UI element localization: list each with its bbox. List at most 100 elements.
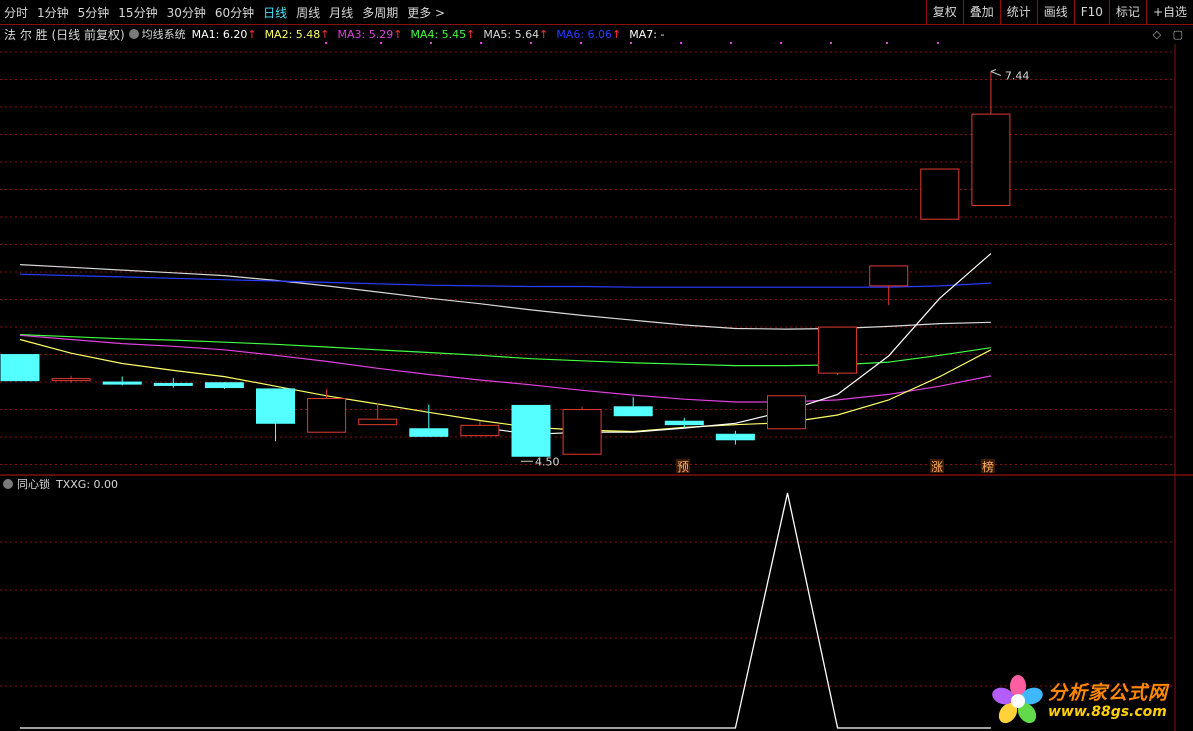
candle-0 xyxy=(0,354,40,382)
ma-legend-item-2: MA2: 5.48↑ xyxy=(265,28,330,41)
tab-0[interactable]: 分时 xyxy=(4,4,28,21)
ma-legend-label: MA6: 6.06 xyxy=(556,27,613,41)
candle-3 xyxy=(153,382,193,386)
candle-18 xyxy=(920,168,960,220)
low-price-label: 4.50 xyxy=(535,455,560,468)
ma-legend-item-4: MA4: 5.45↑ xyxy=(410,28,475,41)
top-dot xyxy=(886,42,888,44)
candle-10 xyxy=(511,404,551,457)
ma-legend-item-6: MA6: 6.06↑ xyxy=(556,28,621,41)
candle-15 xyxy=(767,395,806,430)
stock-name: 法 尔 胜 (日线 前复权) xyxy=(4,27,125,42)
tab-10[interactable]: 更多 > xyxy=(407,4,445,21)
top-dot xyxy=(580,42,582,44)
ma-legend: 法 尔 胜 (日线 前复权) 均线系统 MA1: 6.20↑ MA2: 5.48↑… xyxy=(0,26,1140,42)
up-arrow-icon: ↑ xyxy=(320,27,330,41)
top-dot xyxy=(780,42,782,44)
marker-text: 涨 xyxy=(931,459,943,474)
ma-legend-label: MA7: - xyxy=(629,27,665,41)
toolbar-button-4[interactable]: F10 xyxy=(1073,0,1109,24)
flower-logo-icon xyxy=(992,675,1043,724)
diamond-icon[interactable]: ◇ xyxy=(1153,28,1161,41)
candle-13 xyxy=(664,420,704,426)
ma-legend-label: MA1: 6.20 xyxy=(191,27,248,41)
candle-9 xyxy=(460,424,500,437)
ma-legend-item-5: MA5: 5.64↑ xyxy=(483,28,548,41)
tab-9[interactable]: 多周期 xyxy=(362,4,398,21)
ma-legend-item-3: MA3: 5.29↑ xyxy=(338,28,403,41)
period-toolbar: 分时 1分钟 5分钟 15分钟 30分钟 60分钟 日线 周线 月线 多周期 更多 > 复权 叠加 统计… xyxy=(0,0,1193,25)
sub-indicator-value: TXXG: 0.00 xyxy=(56,477,119,491)
ma-line-ma6 xyxy=(19,273,991,288)
ma-legend-item-7: MA7: - xyxy=(629,28,664,41)
tab-8[interactable]: 月线 xyxy=(329,4,353,21)
indicator-toggle-icon[interactable] xyxy=(128,29,139,39)
high-price-label: 7.44 xyxy=(1005,69,1030,82)
top-dot xyxy=(730,42,732,44)
candle-11 xyxy=(562,409,602,455)
up-arrow-icon: ↑ xyxy=(393,27,403,41)
ma-legend-label: MA5: 5.64 xyxy=(483,27,540,41)
candle-14 xyxy=(715,433,755,441)
ma-line-ma5 xyxy=(19,264,991,330)
toolbar-button-5[interactable]: 标记 xyxy=(1108,0,1146,24)
up-arrow-icon: ↑ xyxy=(466,27,476,41)
toolbar-button-3[interactable]: 画线 xyxy=(1036,0,1074,24)
tab-2[interactable]: 5分钟 xyxy=(78,4,110,21)
ma-items: MA1: 6.20↑ MA2: 5.48↑ MA3: 5.29↑ MA4: 5.45↑… xyxy=(192,28,673,41)
up-arrow-icon: ↑ xyxy=(247,27,257,41)
indicator-system-name[interactable]: 均线系统 xyxy=(142,26,186,42)
tab-6[interactable]: 日线 xyxy=(263,4,287,21)
chart-corner-icons: ◇ ▢ xyxy=(1145,28,1183,41)
period-tabs: 分时 1分钟 5分钟 15分钟 30分钟 60分钟 日线 周线 月线 多周期 更多 > xyxy=(4,0,454,25)
top-dot xyxy=(380,42,382,44)
top-dot xyxy=(430,42,432,44)
tab-4[interactable]: 30分钟 xyxy=(167,4,206,21)
ma-line-ma1 xyxy=(479,253,992,435)
sub-indicator-toggle-icon[interactable] xyxy=(3,479,13,489)
ma-legend-label: MA4: 5.45 xyxy=(410,27,467,41)
top-dot xyxy=(630,42,632,44)
logo-url: www.88gs.com xyxy=(1048,704,1167,720)
top-dot xyxy=(530,42,532,44)
candle-6 xyxy=(307,398,347,433)
ma-legend-label: MA3: 5.29 xyxy=(337,27,394,41)
tab-5[interactable]: 60分钟 xyxy=(215,4,254,21)
high-pointer-icon xyxy=(990,69,1002,76)
tab-1[interactable]: 1分钟 xyxy=(37,4,69,21)
price-chart[interactable]: 7.44 4.50 预 涨 榜 xyxy=(0,0,1193,731)
candle-16 xyxy=(818,326,858,374)
toolbar-button-0[interactable]: 复权 xyxy=(925,0,963,24)
site-logo: 分析家公式网 www.88gs.com xyxy=(992,672,1188,728)
candle-7 xyxy=(358,418,398,426)
candle-2 xyxy=(102,381,142,385)
top-dot xyxy=(480,42,482,44)
tab-7[interactable]: 周线 xyxy=(296,4,320,21)
candle-4 xyxy=(204,382,244,389)
candle-12 xyxy=(613,406,653,417)
sub-indicator-legend: 同心锁 TXXG: 0.00 xyxy=(0,477,118,491)
txxg-line xyxy=(20,492,991,729)
logo-title: 分析家公式网 xyxy=(1048,682,1169,704)
marker-text: 预 xyxy=(677,460,689,474)
candle-19 xyxy=(971,113,1011,206)
top-dot xyxy=(680,42,682,44)
toolbar-button-2[interactable]: 统计 xyxy=(999,0,1037,24)
toolbar-actions: 复权 叠加 统计 画线 F10 标记 +自选 xyxy=(925,0,1193,24)
sub-indicator-name[interactable]: 同心锁 xyxy=(17,476,50,492)
candle-8 xyxy=(409,428,449,437)
top-dot xyxy=(325,42,327,44)
candle-5 xyxy=(256,388,295,424)
window-icon[interactable]: ▢ xyxy=(1173,28,1183,41)
candle-17 xyxy=(869,265,909,287)
top-dot xyxy=(830,42,832,44)
marker-text: 榜 xyxy=(982,459,994,474)
toolbar-button-1[interactable]: 叠加 xyxy=(962,0,1000,24)
ma-legend-label: MA2: 5.48 xyxy=(264,27,321,41)
up-arrow-icon: ↑ xyxy=(539,27,549,41)
tab-3[interactable]: 15分钟 xyxy=(118,4,157,21)
ma-legend-item-1: MA1: 6.20↑ xyxy=(192,28,257,41)
top-dot xyxy=(937,42,939,44)
toolbar-button-6[interactable]: +自选 xyxy=(1145,0,1193,24)
up-arrow-icon: ↑ xyxy=(612,27,622,41)
